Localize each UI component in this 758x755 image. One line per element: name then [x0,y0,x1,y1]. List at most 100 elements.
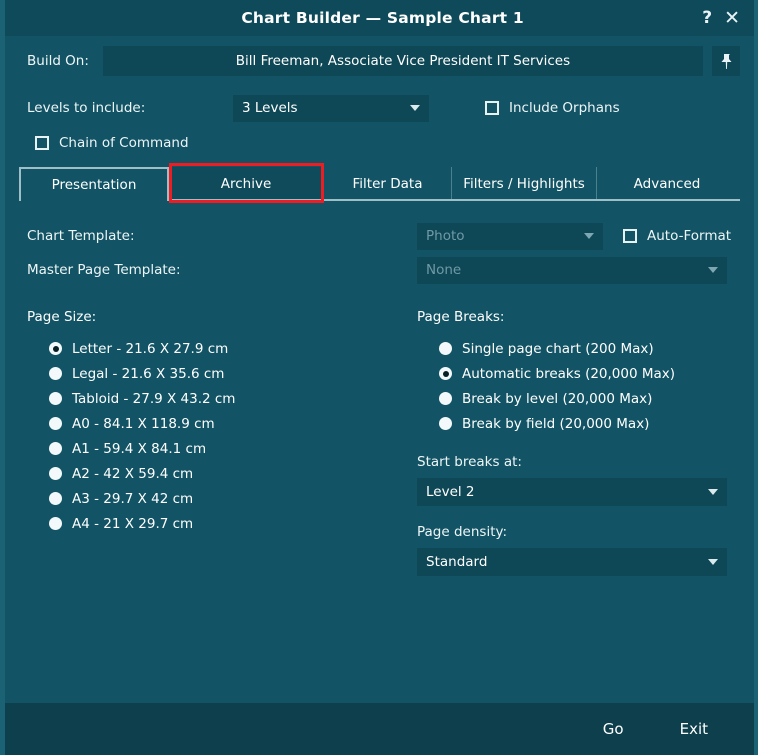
page-breaks-label: Break by level (20,000 Max) [462,390,653,407]
chain-of-command-checkbox[interactable]: Chain of Command [35,135,189,151]
radio-icon [49,517,62,530]
radio-icon [49,442,62,455]
dialog-footer: Go Exit [5,703,754,755]
tab-filter-data[interactable]: Filter Data [324,167,452,201]
page-size-option[interactable]: A1 - 59.4 X 84.1 cm [27,436,417,461]
build-on-row: Build On: Bill Freeman, Associate Vice P… [5,36,754,86]
page-size-option[interactable]: Letter - 21.6 X 27.9 cm [27,336,417,361]
chevron-down-icon [410,105,420,111]
page-density-value: Standard [426,554,488,570]
master-page-template-select[interactable]: None [417,256,727,284]
page-size-option[interactable]: A3 - 29.7 X 42 cm [27,486,417,511]
radio-icon [49,392,62,405]
page-breaks-option[interactable]: Automatic breaks (20,000 Max) [417,361,732,386]
options-columns: Page Size: Letter - 21.6 X 27.9 cm Legal … [27,309,732,576]
tab-presentation[interactable]: Presentation [19,167,169,203]
page-breaks-option[interactable]: Break by field (20,000 Max) [417,411,732,436]
page-breaks-label: Break by field (20,000 Max) [462,415,650,432]
tab-label: Presentation [51,177,137,193]
exit-button[interactable]: Exit [680,720,708,738]
master-template-value: None [426,262,462,278]
page-breaks-title: Page Breaks: [417,309,505,325]
chart-template-value: Photo [426,228,465,244]
page-breaks-label: Automatic breaks (20,000 Max) [462,365,676,382]
master-template-row: Master Page Template: None [27,253,732,287]
chevron-down-icon [708,559,718,565]
pushpin-icon[interactable] [712,46,740,76]
page-density-select[interactable]: Standard [417,548,727,576]
checkbox-icon [485,101,499,115]
radio-icon [49,492,62,505]
page-size-title: Page Size: [27,309,97,325]
levels-select-value: 3 Levels [242,100,298,116]
page-size-label: A3 - 29.7 X 42 cm [72,490,194,507]
page-breaks-option[interactable]: Break by level (20,000 Max) [417,386,732,411]
page-size-option[interactable]: Legal - 21.6 X 35.6 cm [27,361,417,386]
chevron-down-icon [584,233,594,239]
page-size-option[interactable]: A4 - 21 X 29.7 cm [27,511,417,536]
close-icon[interactable]: ✕ [724,8,740,28]
build-on-label: Build On: [27,53,89,69]
page-size-label: Legal - 21.6 X 35.6 cm [72,365,225,382]
include-orphans-label: Include Orphans [509,100,620,116]
tab-filters-highlights[interactable]: Filters / Highlights [452,167,597,201]
page-size-label: A4 - 21 X 29.7 cm [72,515,194,532]
page-size-label: A0 - 84.1 X 118.9 cm [72,415,215,432]
tab-archive[interactable]: Archive [169,167,324,201]
chart-builder-dialog: Chart Builder — Sample Chart 1 ? ✕ Build… [0,0,758,755]
levels-label: Levels to include: [27,100,146,116]
auto-format-label: Auto-Format [647,228,732,244]
page-size-option[interactable]: Tabloid - 27.9 X 43.2 cm [27,386,417,411]
chart-template-select[interactable]: Photo [417,222,603,250]
chevron-down-icon [708,267,718,273]
build-on-input[interactable]: Bill Freeman, Associate Vice President I… [102,46,703,76]
chart-template-label: Chart Template: [27,228,135,244]
radio-icon [49,342,62,355]
page-size-label: Letter - 21.6 X 27.9 cm [72,340,229,357]
page-breaks-option[interactable]: Single page chart (200 Max) [417,336,732,361]
page-size-label: A1 - 59.4 X 84.1 cm [72,440,207,457]
chevron-down-icon [708,489,718,495]
radio-icon [439,367,452,380]
chain-of-command-row: Chain of Command [5,126,754,160]
master-template-label: Master Page Template: [27,262,181,278]
page-breaks-radio-list: Single page chart (200 Max) Automatic bre… [417,336,732,436]
tab-label: Filters / Highlights [463,176,585,192]
tab-label: Advanced [633,176,701,192]
radio-icon [439,417,452,430]
start-breaks-label: Start breaks at: [417,454,522,470]
window-title: Chart Builder — Sample Chart 1 [241,9,524,27]
page-size-option[interactable]: A2 - 42 X 59.4 cm [27,461,417,486]
page-breaks-group: Page Breaks: Single page chart (200 Max)… [417,309,732,576]
page-size-option[interactable]: A0 - 84.1 X 118.9 cm [27,411,417,436]
help-icon[interactable]: ? [702,9,712,27]
chart-template-row: Chart Template: Photo Auto-Format [27,219,732,253]
page-size-label: A2 - 42 X 59.4 cm [72,465,194,482]
tab-label: Filter Data [352,176,423,192]
levels-select[interactable]: 3 Levels [233,94,429,122]
chain-of-command-label: Chain of Command [59,135,189,151]
archive-panel: Chart Template: Photo Auto-Format Master… [5,201,754,703]
go-button[interactable]: Go [603,720,624,738]
include-orphans-checkbox[interactable]: Include Orphans [485,100,620,116]
page-density-label: Page density: [417,524,508,540]
page-breaks-label: Single page chart (200 Max) [462,340,654,357]
start-breaks-select[interactable]: Level 2 [417,478,727,506]
radio-icon [439,392,452,405]
tab-label: Archive [220,176,272,192]
tab-bar: Presentation Archive Filter Data Filters / … [19,163,740,203]
radio-icon [49,367,62,380]
tab-advanced[interactable]: Advanced [597,167,737,201]
title-bar: Chart Builder — Sample Chart 1 ? ✕ [5,0,754,36]
page-size-group: Page Size: Letter - 21.6 X 27.9 cm Legal … [27,309,417,576]
levels-row: Levels to include: 3 Levels Include Orph… [5,90,754,126]
radio-icon [49,417,62,430]
radio-icon [49,467,62,480]
page-size-radio-list: Letter - 21.6 X 27.9 cm Legal - 21.6 X 35… [27,336,417,536]
checkbox-icon [35,136,49,150]
checkbox-icon [623,229,637,243]
radio-icon [439,342,452,355]
start-breaks-value: Level 2 [426,484,475,500]
auto-format-checkbox[interactable]: Auto-Format [623,228,731,244]
page-size-label: Tabloid - 27.9 X 43.2 cm [72,390,236,407]
